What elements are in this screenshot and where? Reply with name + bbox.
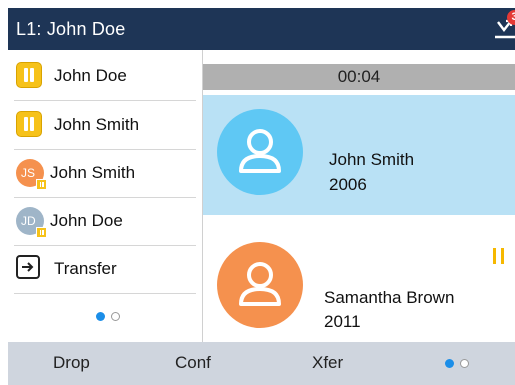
contact-avatar (217, 242, 303, 328)
missed-call-notification[interactable]: 3 (494, 10, 515, 42)
line-title: L1: John Doe (16, 19, 126, 39)
list-item[interactable]: John Doe (14, 52, 196, 101)
list-item[interactable]: JD John Doe (14, 197, 196, 246)
held-call-card[interactable]: Samantha Brown 2011 (203, 215, 515, 342)
call-list: John Doe John Smith JS John Smith JD Joh… (8, 50, 203, 342)
avatar-initials: JS (21, 166, 36, 180)
softkey-bar: Drop Conf Xfer (8, 342, 515, 385)
notification-badge: 3 (507, 10, 515, 25)
pause-icon (16, 111, 42, 137)
list-item[interactable]: JS John Smith (14, 149, 196, 198)
list-item-label: John Doe (50, 211, 123, 230)
hold-badge-icon (36, 227, 47, 238)
page-dot-active (96, 312, 105, 321)
page-dot-active (445, 359, 454, 368)
list-pager[interactable] (96, 312, 120, 321)
hold-badge-icon (36, 179, 47, 190)
call-pane: 00:04 John Smith 2006 Samantha Brown 201… (203, 50, 515, 342)
person-icon (239, 129, 281, 173)
softkey-pager[interactable] (445, 359, 469, 368)
caller-number: 2011 (324, 312, 361, 331)
avatar-initials: JD (21, 214, 36, 228)
page-dot (111, 312, 120, 321)
title-bar: L1: John Doe 3 (8, 8, 515, 50)
person-icon (239, 262, 281, 306)
transfer-item[interactable]: Transfer (14, 245, 196, 294)
avatar: JD (16, 207, 47, 238)
contact-avatar (217, 109, 303, 195)
pause-icon (16, 62, 42, 88)
hold-icon (492, 248, 506, 266)
phone-screen: L1: John Doe 3 John Doe John Smith JS Jo… (0, 0, 515, 385)
caller-number: 2006 (329, 175, 367, 194)
list-item-label: John Smith (50, 163, 136, 182)
list-item-label: John Smith (54, 115, 140, 134)
list-item-label: John Doe (54, 66, 127, 85)
xfer-button[interactable]: Xfer (312, 353, 343, 373)
active-call-card[interactable]: John Smith 2006 (203, 95, 515, 215)
list-item[interactable]: John Smith (14, 101, 196, 150)
conf-button[interactable]: Conf (175, 353, 211, 373)
list-item-label: Transfer (54, 259, 117, 278)
caller-name: Samantha Brown (324, 288, 455, 307)
page-dot (460, 359, 469, 368)
drop-button[interactable]: Drop (53, 353, 90, 373)
caller-name: John Smith (329, 150, 415, 169)
avatar: JS (16, 159, 47, 190)
transfer-icon (16, 255, 40, 279)
call-timer: 00:04 (203, 64, 515, 90)
